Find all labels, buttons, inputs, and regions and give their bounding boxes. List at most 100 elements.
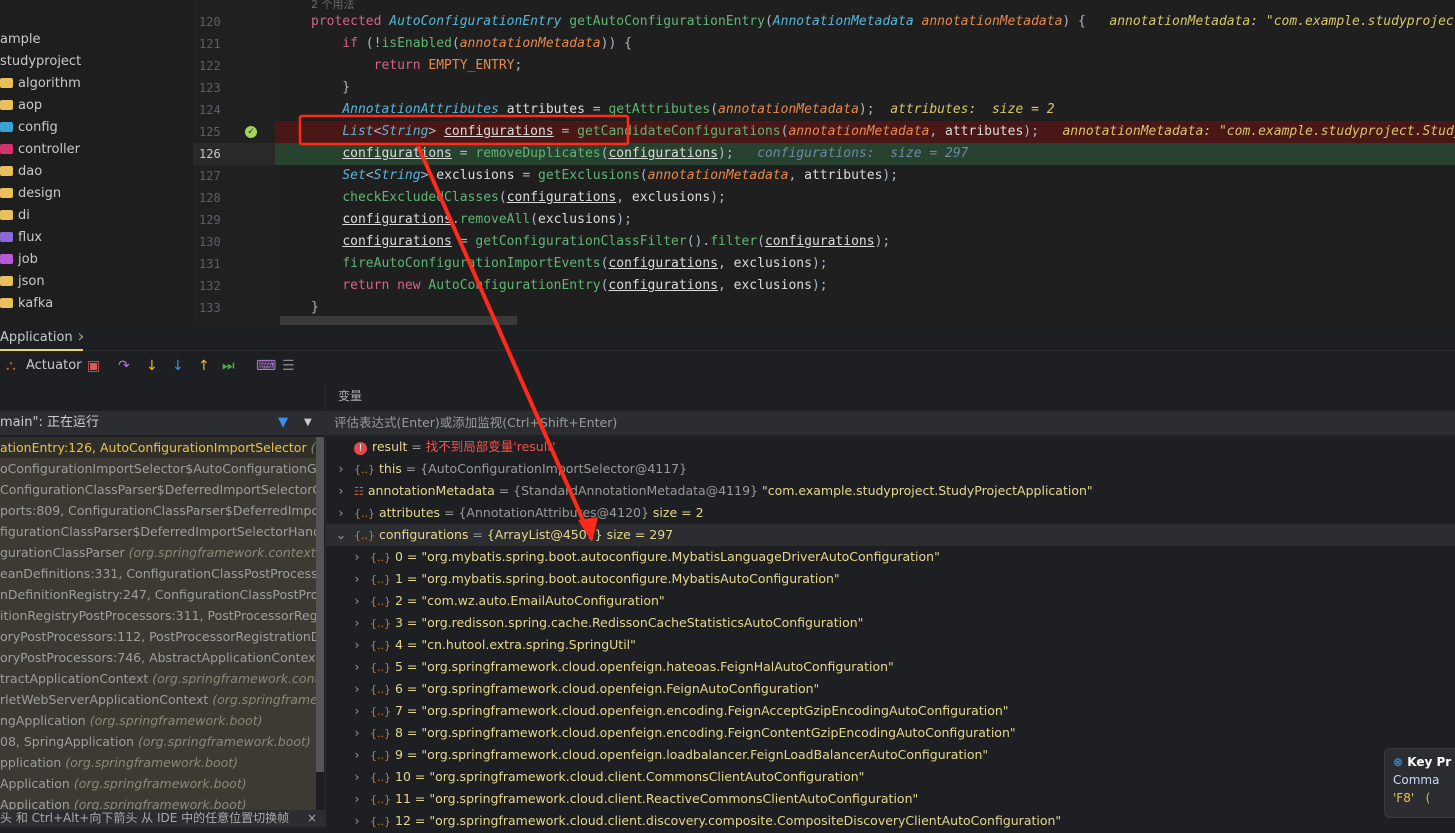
chevron-right-icon[interactable]: › bbox=[350, 810, 364, 832]
tree-item[interactable]: studyproject bbox=[0, 51, 81, 73]
settings-list-icon[interactable]: ☰ bbox=[282, 357, 295, 375]
tree-item[interactable]: di bbox=[0, 205, 30, 227]
list-item[interactable]: › {..} 3 = "org.redisson.spring.cache.Redi… bbox=[326, 612, 1455, 634]
chevron-down-icon[interactable]: ▼ bbox=[304, 411, 312, 435]
evaluate-icon[interactable]: ⌨ bbox=[256, 357, 276, 375]
tree-item[interactable]: design bbox=[0, 183, 61, 205]
tree-item[interactable]: dao bbox=[0, 161, 42, 183]
variable-row[interactable]: › {..} this = {AutoConfigurationImportSele… bbox=[326, 458, 1455, 480]
stack-frame[interactable]: ngApplication (org.springframework.boot) bbox=[0, 710, 316, 731]
tree-item[interactable]: controller bbox=[0, 139, 80, 161]
variable-row[interactable]: ! result = 找不到局部变量'result' bbox=[326, 436, 1455, 458]
stack-frame[interactable]: oryPostProcessors:112, PostProcessorRegi… bbox=[0, 626, 316, 647]
chevron-right-icon[interactable]: › bbox=[350, 656, 364, 678]
list-item[interactable]: › {..} 2 = "com.wz.auto.EmailAutoConfigura… bbox=[326, 590, 1455, 612]
chevron-right-icon[interactable]: › bbox=[334, 458, 348, 480]
list-item[interactable]: › {..} 4 = "cn.hutool.extra.spring.SpringU… bbox=[326, 634, 1455, 656]
tree-item[interactable]: ample bbox=[0, 29, 41, 51]
breakpoint-check-icon[interactable]: ✓ bbox=[245, 126, 257, 138]
chevron-right-icon[interactable]: › bbox=[350, 766, 364, 788]
chevron-right-icon[interactable]: › bbox=[350, 700, 364, 722]
tree-item[interactable]: job bbox=[0, 249, 38, 271]
filter-icon[interactable]: ▼ bbox=[278, 411, 288, 435]
code-line[interactable]: } bbox=[275, 297, 1455, 319]
code-line[interactable]: if (!isEnabled(annotationMetadata)) { bbox=[275, 33, 1455, 55]
chevron-right-icon[interactable]: › bbox=[334, 480, 348, 502]
chevron-right-icon[interactable]: › bbox=[350, 788, 364, 810]
code-line[interactable]: List<String> configurations = getCandida… bbox=[275, 121, 1455, 143]
code-line[interactable]: fireAutoConfigurationImportEvents(config… bbox=[275, 253, 1455, 275]
chevron-right-icon[interactable]: › bbox=[350, 590, 364, 612]
code-line[interactable]: checkExcludedClasses(configurations, exc… bbox=[275, 187, 1455, 209]
variable-row[interactable]: › ☷ annotationMetadata = {StandardAnnotati… bbox=[326, 480, 1455, 502]
chevron-right-icon[interactable]: › bbox=[350, 722, 364, 744]
stack-frame[interactable]: oConfigurationImportSelector$AutoConfigu… bbox=[0, 458, 316, 479]
stack-frame[interactable]: oryPostProcessors:746, AbstractApplicati… bbox=[0, 647, 316, 668]
tree-item[interactable]: kafka bbox=[0, 293, 53, 315]
tab-application[interactable]: Application × bbox=[0, 325, 83, 351]
close-icon[interactable]: × bbox=[307, 810, 317, 827]
list-item[interactable]: › {..} 0 = "org.mybatis.spring.boot.autoco… bbox=[326, 546, 1455, 568]
tree-item[interactable]: aop bbox=[0, 95, 42, 117]
list-item[interactable]: › {..} 8 = "org.springframework.cloud.open… bbox=[326, 722, 1455, 744]
step-into-icon[interactable]: ↓ bbox=[146, 357, 158, 375]
step-over-icon[interactable]: ↷ bbox=[118, 357, 130, 375]
chevron-right-icon[interactable]: › bbox=[350, 546, 364, 568]
frames-scrollbar[interactable] bbox=[316, 437, 324, 772]
list-item[interactable]: › {..} 5 = "org.springframework.cloud.open… bbox=[326, 656, 1455, 678]
actuator-icon[interactable]: ⛬ bbox=[6, 357, 16, 375]
evaluate-expression-input[interactable]: 评估表达式(Enter)或添加监视(Ctrl+Shift+Enter) bbox=[326, 411, 1455, 435]
stack-frame[interactable]: figurationClassParser$DeferredImportSele… bbox=[0, 521, 316, 542]
stack-frame[interactable]: itionRegistryPostProcessors:311, PostPro… bbox=[0, 605, 316, 626]
stack-frame[interactable]: 08, SpringApplication (org.springframewo… bbox=[0, 731, 316, 752]
frames-icon[interactable]: ▣ bbox=[87, 357, 100, 375]
list-item[interactable]: › {..} 12 = "org.springframework.cloud.cli… bbox=[326, 810, 1455, 832]
list-item[interactable]: › {..} 1 = "org.mybatis.spring.boot.autoco… bbox=[326, 568, 1455, 590]
code-line[interactable]: configurations.removeAll(exclusions); bbox=[275, 209, 1455, 231]
stack-frame[interactable]: pplication (org.springframework.boot) bbox=[0, 752, 316, 773]
tree-item[interactable]: json bbox=[0, 271, 45, 293]
stack-frame[interactable]: rletWebServerApplicationContext (org.spr… bbox=[0, 689, 316, 710]
actuator-button[interactable]: Actuator bbox=[26, 357, 82, 375]
code-line[interactable]: return EMPTY_ENTRY; bbox=[275, 55, 1455, 77]
thread-selector[interactable]: main": 正在运行 ▼ ▼ bbox=[0, 411, 325, 435]
list-item[interactable]: › {..} 11 = "org.springframework.cloud.cli… bbox=[326, 788, 1455, 810]
stack-frame[interactable]: Application (org.springframework.boot) bbox=[0, 773, 316, 794]
tree-item[interactable]: flux bbox=[0, 227, 42, 249]
stack-frame[interactable]: nDefinitionRegistry:247, ConfigurationCl… bbox=[0, 584, 316, 605]
list-item[interactable]: › {..} 6 = "org.springframework.cloud.open… bbox=[326, 678, 1455, 700]
code-line[interactable]: protected AutoConfigurationEntry getAuto… bbox=[275, 11, 1455, 33]
list-item[interactable]: › {..} 7 = "org.springframework.cloud.open… bbox=[326, 700, 1455, 722]
list-item[interactable]: › {..} 9 = "org.springframework.cloud.open… bbox=[326, 744, 1455, 766]
close-icon[interactable]: × bbox=[77, 330, 83, 345]
chevron-right-icon[interactable]: › bbox=[350, 568, 364, 590]
stack-frame[interactable]: gurationClassParser (org.springframework… bbox=[0, 542, 316, 563]
tree-item[interactable]: algorithm bbox=[0, 73, 81, 95]
code-line[interactable]: } bbox=[275, 77, 1455, 99]
key-promoter-popup[interactable]: ⊗ Key Pr Comma 'F8' ( bbox=[1384, 748, 1455, 818]
stack-frame[interactable]: tractApplicationContext (org.springframe… bbox=[0, 668, 316, 689]
run-to-cursor-icon[interactable]: ⏭ bbox=[222, 357, 235, 375]
stack-frame[interactable]: ConfigurationClassParser$DeferredImportS… bbox=[0, 479, 316, 500]
code-line[interactable]: return new AutoConfigurationEntry(config… bbox=[275, 275, 1455, 297]
tree-item[interactable]: config bbox=[0, 117, 58, 139]
variable-row[interactable]: › {..} attributes = {AnnotationAttributes@… bbox=[326, 502, 1455, 524]
chevron-right-icon[interactable]: › bbox=[350, 634, 364, 656]
chevron-down-icon[interactable]: ⌄ bbox=[334, 524, 348, 546]
code-line[interactable]: AnnotationAttributes attributes = getAtt… bbox=[275, 99, 1455, 121]
stack-frame[interactable]: ationEntry:126, AutoConfigurationImportS… bbox=[0, 437, 316, 458]
chevron-right-icon[interactable]: › bbox=[350, 678, 364, 700]
force-step-into-icon[interactable]: ↓ bbox=[172, 357, 184, 375]
list-item[interactable]: › {..} 10 = "org.springframework.cloud.cli… bbox=[326, 766, 1455, 788]
stack-frame[interactable]: eanDefinitions:331, ConfigurationClassPo… bbox=[0, 563, 316, 584]
code-editor[interactable]: 2 个用法 protected AutoConfigurationEntry g… bbox=[275, 0, 1455, 325]
chevron-right-icon[interactable]: › bbox=[334, 502, 348, 524]
code-line[interactable]: configurations = removeDuplicates(config… bbox=[275, 143, 1455, 165]
code-line[interactable]: configurations = getConfigurationClassFi… bbox=[275, 231, 1455, 253]
step-out-icon[interactable]: ↑ bbox=[198, 357, 210, 375]
variable-row[interactable]: ⌄ {..} configurations = {ArrayList@4507} s… bbox=[326, 524, 1455, 546]
code-line[interactable]: Set<String> exclusions = getExclusions(a… bbox=[275, 165, 1455, 187]
chevron-right-icon[interactable]: › bbox=[350, 612, 364, 634]
stack-frame[interactable]: ports:809, ConfigurationClassParser$Defe… bbox=[0, 500, 316, 521]
chevron-right-icon[interactable]: › bbox=[350, 744, 364, 766]
